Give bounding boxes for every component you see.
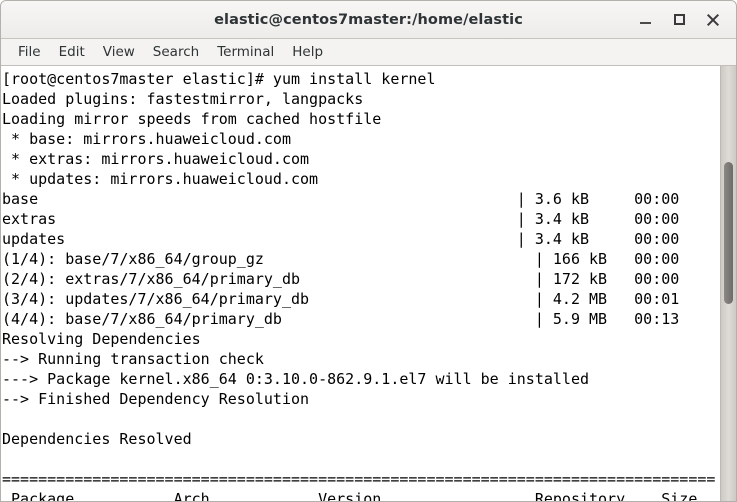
terminal-output[interactable]: [root@centos7master elastic]# yum instal… bbox=[1, 66, 720, 501]
window-title: elastic@centos7master:/home/elastic bbox=[214, 11, 523, 28]
scrollbar-thumb[interactable] bbox=[724, 162, 733, 304]
terminal-area: [root@centos7master elastic]# yum instal… bbox=[1, 66, 736, 501]
terminal-window: elastic@centos7master:/home/elastic File… bbox=[0, 0, 737, 502]
title-bar[interactable]: elastic@centos7master:/home/elastic bbox=[1, 1, 736, 39]
close-button[interactable] bbox=[696, 5, 730, 35]
minimize-button[interactable] bbox=[628, 5, 662, 35]
menu-item-search[interactable]: Search bbox=[144, 41, 208, 64]
close-icon bbox=[707, 13, 720, 26]
terminal-scrollbar[interactable] bbox=[720, 66, 736, 501]
terminal-line: Resolving Dependencies bbox=[2, 330, 201, 348]
terminal-line: --> Running transaction check bbox=[2, 350, 264, 368]
terminal-line: extras | 3.4 kB 00:00 bbox=[2, 210, 680, 228]
terminal-line: Loading mirror speeds from cached hostfi… bbox=[2, 110, 382, 128]
maximize-button[interactable] bbox=[662, 5, 696, 35]
terminal-line: [root@centos7master elastic]# yum instal… bbox=[2, 70, 436, 88]
terminal-line: (4/4): base/7/x86_64/primary_db | 5.9 MB… bbox=[2, 310, 680, 328]
terminal-line: (2/4): extras/7/x86_64/primary_db | 172 … bbox=[2, 270, 680, 288]
minimize-icon bbox=[639, 22, 651, 24]
terminal-line: * base: mirrors.huaweicloud.com bbox=[2, 130, 291, 148]
terminal-line: * updates: mirrors.huaweicloud.com bbox=[2, 170, 319, 188]
terminal-line: --> Finished Dependency Resolution bbox=[2, 390, 310, 408]
terminal-line: (3/4): updates/7/x86_64/primary_db | 4.2… bbox=[2, 290, 680, 308]
menu-item-view[interactable]: View bbox=[94, 41, 144, 64]
terminal-line: base | 3.6 kB 00:00 bbox=[2, 190, 680, 208]
window-controls bbox=[628, 1, 730, 38]
terminal-line: ---> Package kernel.x86_64 0:3.10.0-862.… bbox=[2, 370, 589, 388]
terminal-line: Dependencies Resolved bbox=[2, 430, 192, 448]
menu-item-edit[interactable]: Edit bbox=[50, 41, 94, 64]
terminal-line: ========================================… bbox=[2, 470, 716, 488]
menu-item-file[interactable]: File bbox=[9, 41, 50, 64]
terminal-line: (1/4): base/7/x86_64/group_gz | 166 kB 0… bbox=[2, 250, 680, 268]
terminal-line: updates | 3.4 kB 00:00 bbox=[2, 230, 680, 248]
menu-bar: File Edit View Search Terminal Help bbox=[1, 39, 736, 66]
menu-item-terminal[interactable]: Terminal bbox=[208, 41, 283, 64]
terminal-line: * extras: mirrors.huaweicloud.com bbox=[2, 150, 310, 168]
terminal-line: Package Arch Version Repository Size bbox=[2, 490, 698, 501]
menu-item-help[interactable]: Help bbox=[283, 41, 332, 64]
terminal-line: Loaded plugins: fastestmirror, langpacks bbox=[2, 90, 364, 108]
maximize-icon bbox=[673, 14, 685, 25]
